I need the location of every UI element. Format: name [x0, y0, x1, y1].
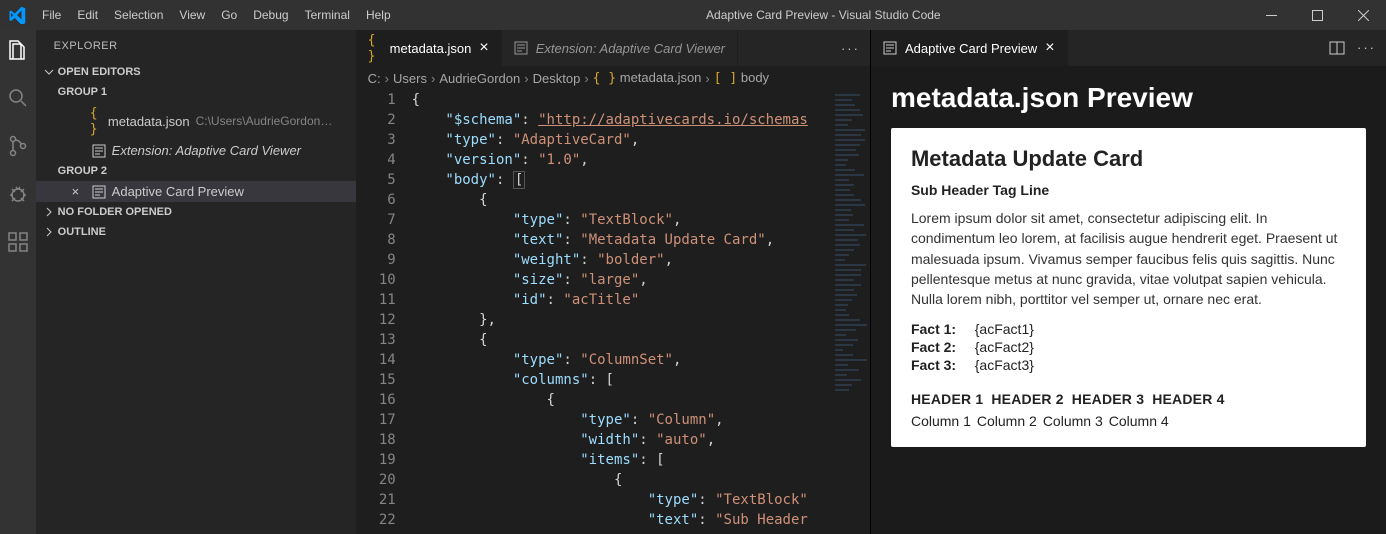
breadcrumb[interactable]: C:›Users›AudrieGordon›Desktop›{ } metada…: [356, 66, 870, 90]
editor-tabs: { } metadata.json × Extension: Adaptive Car…: [356, 30, 870, 66]
adaptive-card: Metadata Update Card Sub Header Tag Line…: [891, 128, 1366, 447]
tab-adaptive-card-preview[interactable]: Adaptive Card Preview ×: [871, 30, 1068, 66]
breadcrumb-segment[interactable]: Desktop: [533, 71, 581, 86]
preview-icon: [92, 185, 106, 199]
editor-group-2: Adaptive Card Preview × ··· metadata.jso…: [871, 30, 1386, 534]
open-editors-section[interactable]: OPEN EDITORS: [36, 62, 356, 82]
menu-go[interactable]: Go: [213, 8, 245, 22]
file-name: metadata.json: [108, 114, 190, 129]
open-editor-item[interactable]: × Adaptive Card Preview: [36, 181, 356, 202]
fact-row: Fact 3: {acFact3}: [911, 357, 1346, 373]
fact-row: Fact 1: {acFact1}: [911, 321, 1346, 337]
card-headers-row: HEADER 1 HEADER 2 HEADER 3 HEADER 4: [911, 391, 1346, 407]
card-column-cell: Column 3: [1043, 413, 1103, 429]
close-icon[interactable]: ×: [1045, 39, 1054, 57]
explorer-sidebar: EXPLORER OPEN EDITORS GROUP 1 { } metadata…: [36, 30, 356, 534]
card-body-text: Lorem ipsum dolor sit amet, consectetur …: [911, 208, 1346, 309]
no-folder-label: NO FOLDER OPENED: [58, 206, 172, 218]
tab-label: Extension: Adaptive Card Viewer: [536, 41, 725, 56]
more-actions-icon[interactable]: ···: [1357, 40, 1376, 56]
card-header-cell: HEADER 2: [991, 391, 1063, 407]
activity-bar: [0, 30, 36, 534]
chevron-right-icon: ›: [584, 71, 588, 86]
chevron-right-icon: ›: [705, 71, 709, 86]
card-title: Metadata Update Card: [911, 146, 1346, 172]
line-number-gutter: 12345678910111213141516171819202122: [356, 90, 412, 534]
sidebar-title: EXPLORER: [36, 30, 356, 62]
minimap[interactable]: [830, 90, 870, 534]
tab-extension-adaptive-card-viewer[interactable]: Extension: Adaptive Card Viewer: [502, 30, 738, 66]
window-minimize-button[interactable]: [1248, 0, 1294, 30]
chevron-right-icon: ›: [431, 71, 435, 86]
json-icon: { }: [368, 32, 382, 64]
window-maximize-button[interactable]: [1294, 0, 1340, 30]
card-header-cell: HEADER 4: [1152, 391, 1224, 407]
chevron-down-icon: [44, 67, 54, 77]
tab-label: Adaptive Card Preview: [905, 41, 1037, 56]
card-column-cell: Column 4: [1109, 413, 1169, 429]
titlebar: FileEditSelectionViewGoDebugTerminalHelp…: [0, 0, 1386, 30]
chevron-right-icon: [44, 227, 54, 237]
breadcrumb-segment[interactable]: AudrieGordon: [439, 71, 520, 86]
open-editor-item[interactable]: { } metadata.json C:\Users\AudrieGordon\De…: [36, 102, 356, 140]
tab-label: metadata.json: [390, 41, 472, 56]
menu-debug[interactable]: Debug: [245, 8, 296, 22]
menu-help[interactable]: Help: [358, 8, 399, 22]
source-control-icon[interactable]: [6, 134, 30, 158]
no-folder-section[interactable]: NO FOLDER OPENED: [36, 202, 356, 222]
json-icon: { }: [90, 105, 102, 137]
breadcrumb-segment[interactable]: C:: [368, 71, 381, 86]
file-name: Extension: Adaptive Card Viewer: [112, 143, 301, 158]
explorer-icon[interactable]: [6, 38, 30, 62]
preview-icon: [883, 41, 897, 55]
split-editor-icon[interactable]: [1329, 40, 1345, 56]
preview-body: metadata.json Preview Metadata Update Ca…: [871, 66, 1386, 534]
chevron-right-icon: ›: [385, 71, 389, 86]
card-columns-row: Column 1 Column 2 Column 3 Column 4: [911, 413, 1346, 429]
menu-selection[interactable]: Selection: [106, 8, 171, 22]
menu-terminal[interactable]: Terminal: [297, 8, 358, 22]
group-label: GROUP 2: [36, 161, 356, 181]
menu-view[interactable]: View: [171, 8, 213, 22]
file-name: Adaptive Card Preview: [112, 184, 244, 199]
extensions-icon[interactable]: [6, 230, 30, 254]
window-close-button[interactable]: [1340, 0, 1386, 30]
close-icon[interactable]: ×: [72, 184, 86, 199]
chevron-right-icon: [44, 207, 54, 217]
debug-icon[interactable]: [6, 182, 30, 206]
file-path: C:\Users\AudrieGordon\Des...: [196, 114, 334, 128]
open-editor-item[interactable]: Extension: Adaptive Card Viewer: [36, 140, 356, 161]
card-column-cell: Column 1: [911, 413, 971, 429]
open-editors-label: OPEN EDITORS: [58, 66, 141, 78]
breadcrumb-segment[interactable]: { } metadata.json: [593, 70, 702, 86]
group-label: GROUP 1: [36, 82, 356, 102]
editor-group-1: { } metadata.json × Extension: Adaptive Car…: [356, 30, 871, 534]
card-header-cell: HEADER 1: [911, 391, 983, 407]
vscode-logo-icon: [0, 6, 34, 24]
code-editor[interactable]: 12345678910111213141516171819202122 { "$…: [356, 90, 870, 534]
preview-icon: [92, 144, 106, 158]
card-column-cell: Column 2: [977, 413, 1037, 429]
outline-section[interactable]: OUTLINE: [36, 222, 356, 242]
menu-edit[interactable]: Edit: [69, 8, 106, 22]
card-subheader: Sub Header Tag Line: [911, 182, 1346, 198]
preview-title: metadata.json Preview: [891, 82, 1366, 114]
chevron-right-icon: ›: [524, 71, 528, 86]
search-icon[interactable]: [6, 86, 30, 110]
menu-file[interactable]: File: [34, 8, 69, 22]
outline-label: OUTLINE: [58, 226, 106, 238]
close-icon[interactable]: ×: [479, 39, 488, 57]
window-title: Adaptive Card Preview - Visual Studio Co…: [399, 8, 1248, 22]
card-facts: Fact 1: {acFact1} Fact 2: {acFact2} Fact 3…: [911, 321, 1346, 373]
code-content[interactable]: { "$schema": "http://adaptivecards.io/sc…: [412, 90, 830, 534]
preview-icon: [514, 41, 528, 55]
editor-tabs: Adaptive Card Preview × ···: [871, 30, 1386, 66]
breadcrumb-segment[interactable]: [ ] body: [714, 70, 769, 86]
breadcrumb-segment[interactable]: Users: [393, 71, 427, 86]
tab-metadata-json[interactable]: { } metadata.json ×: [356, 30, 502, 66]
fact-row: Fact 2: {acFact2}: [911, 339, 1346, 355]
more-actions-icon[interactable]: ···: [841, 41, 860, 56]
card-header-cell: HEADER 3: [1072, 391, 1144, 407]
